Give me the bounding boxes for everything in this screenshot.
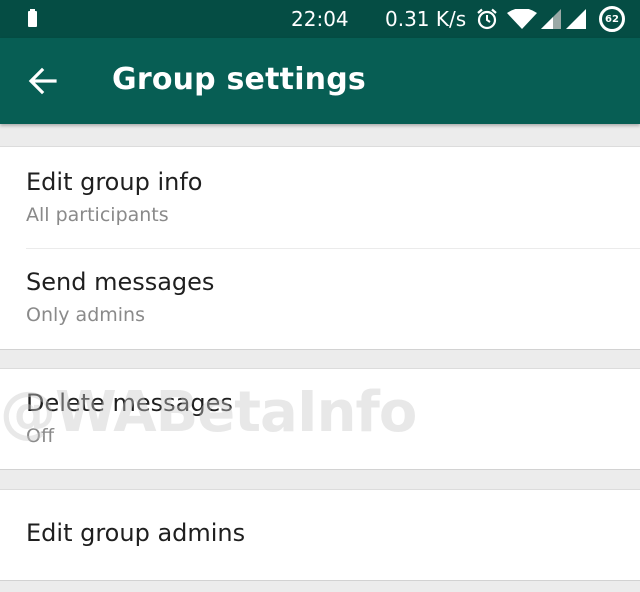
delete-messages-item[interactable]: Delete messages Off — [0, 369, 640, 469]
app-bar: Group settings — [0, 38, 640, 124]
page-title: Group settings — [112, 62, 366, 97]
edit-group-admins-item[interactable]: Edit group admins — [0, 490, 640, 580]
settings-section-admins: Edit group admins — [0, 489, 640, 581]
send-messages-value: Only admins — [26, 304, 145, 326]
alarm-icon — [477, 8, 497, 30]
settings-section-delete: Delete messages Off — [0, 368, 640, 470]
delete-messages-label: Delete messages — [26, 389, 233, 417]
arrow-left-icon[interactable] — [28, 67, 58, 95]
battery-level-badge: 62 — [599, 6, 625, 32]
status-time: 22:04 — [291, 7, 349, 31]
edit-group-info-label: Edit group info — [26, 168, 203, 196]
send-messages-label: Send messages — [26, 268, 215, 296]
delete-messages-value: Off — [26, 425, 55, 447]
edit-group-admins-label: Edit group admins — [26, 519, 246, 547]
status-bar: 22:04 0.31 K/s 62 — [0, 0, 640, 38]
battery-level: 62 — [602, 9, 622, 29]
edit-group-info-value: All participants — [26, 204, 169, 226]
edit-group-info-item[interactable]: Edit group info All participants — [0, 147, 640, 248]
signal-icon — [541, 9, 561, 29]
battery-small-icon — [28, 9, 37, 27]
signal-icon-2 — [566, 9, 586, 29]
settings-section-permissions: Edit group info All participants Send me… — [0, 146, 640, 350]
network-speed: 0.31 K/s — [385, 7, 467, 31]
wifi-icon — [507, 9, 537, 29]
send-messages-item[interactable]: Send messages Only admins — [0, 248, 640, 349]
